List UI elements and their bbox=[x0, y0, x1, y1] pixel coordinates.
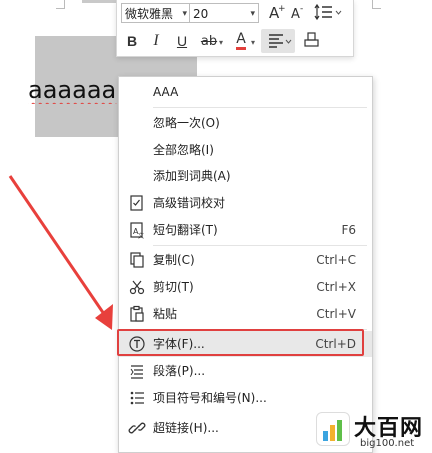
menu-divider bbox=[153, 107, 367, 108]
font-name-select[interactable]: 微软雅黑 ▾ bbox=[121, 3, 191, 23]
bold-button[interactable]: B bbox=[123, 30, 141, 52]
menu-item-translate[interactable]: A文 短句翻译(T) F6 bbox=[119, 217, 372, 243]
menu-item-shortcut: F6 bbox=[341, 223, 356, 237]
menu-item-ignore-all[interactable]: 全部忽略(I) bbox=[119, 137, 372, 163]
menu-item-cut[interactable]: 剪切(T) Ctrl+X bbox=[119, 274, 372, 300]
menu-item-ignore-once[interactable]: 忽略一次(O) bbox=[119, 110, 372, 136]
bullet-list-icon bbox=[128, 389, 146, 407]
menu-item-label: 项目符号和编号(N)... bbox=[153, 391, 267, 405]
menu-item-advanced-proofread[interactable]: 高级错词校对 bbox=[119, 190, 372, 216]
menu-item-label: 全部忽略(I) bbox=[153, 143, 214, 157]
chevron-down-icon[interactable]: ▾ bbox=[251, 38, 255, 47]
menu-item-label: 高级错词校对 bbox=[153, 196, 226, 210]
highlight-label: ab bbox=[200, 34, 218, 49]
shrink-font-icon[interactable]: A- bbox=[289, 2, 307, 24]
menu-item-label: 复制(C) bbox=[153, 253, 195, 267]
menu-item-bullets-numbering[interactable]: 项目符号和编号(N)... bbox=[119, 385, 372, 411]
font-color-button[interactable]: A bbox=[233, 28, 249, 50]
font-name-value: 微软雅黑 bbox=[125, 7, 174, 21]
link-icon bbox=[128, 419, 146, 437]
grow-font-icon[interactable]: A + bbox=[267, 2, 286, 24]
chevron-down-icon[interactable]: ▾ bbox=[219, 38, 223, 47]
menu-item-paragraph[interactable]: 段落(P)... bbox=[119, 358, 372, 384]
menu-item-shortcut: Ctrl+X bbox=[316, 280, 356, 294]
menu-item-label: 段落(P)... bbox=[153, 364, 206, 378]
menu-item-copy[interactable]: 复制(C) Ctrl+C bbox=[119, 247, 372, 273]
watermark-url: big100.net bbox=[360, 438, 415, 449]
line-spacing-icon[interactable] bbox=[313, 2, 343, 24]
watermark-logo: 大百网 big100.net bbox=[312, 410, 432, 451]
align-left-icon[interactable] bbox=[265, 30, 295, 52]
scissors-icon bbox=[128, 278, 146, 296]
font-size-value: 20 bbox=[193, 7, 209, 21]
context-menu: AAA 忽略一次(O) 全部忽略(I) 添加到词典(A) 高级错词校对 A文 短… bbox=[118, 76, 373, 453]
menu-item-label: 粘贴 bbox=[153, 307, 178, 321]
page-corner-mark bbox=[372, 0, 381, 9]
font-item-highlight-box bbox=[117, 329, 364, 356]
menu-item-label: 添加到词典(A) bbox=[153, 169, 231, 183]
menu-divider bbox=[153, 245, 367, 246]
paste-icon bbox=[128, 305, 146, 323]
proofread-icon bbox=[128, 194, 146, 212]
highlight-button[interactable]: ab bbox=[197, 30, 221, 52]
font-color-label: A bbox=[236, 31, 246, 50]
chevron-down-icon: ▾ bbox=[182, 9, 187, 19]
menu-item-shortcut: Ctrl+V bbox=[316, 307, 356, 321]
translate-icon: A文 bbox=[128, 221, 146, 240]
menu-item-suggestion[interactable]: AAA bbox=[119, 79, 372, 105]
menu-item-label: 短句翻译(T) bbox=[153, 223, 218, 237]
svg-text:-: - bbox=[300, 4, 303, 14]
copy-icon bbox=[128, 251, 146, 269]
menu-item-shortcut: Ctrl+C bbox=[316, 253, 356, 267]
document-text[interactable]: aaaaaa bbox=[28, 76, 120, 104]
format-painter-icon[interactable] bbox=[301, 30, 323, 52]
menu-item-label: 忽略一次(O) bbox=[153, 116, 220, 130]
menu-item-label: 剪切(T) bbox=[153, 280, 194, 294]
svg-text:文: 文 bbox=[138, 232, 144, 239]
floating-format-toolbar: 微软雅黑 ▾ 20 ▾ A + A- B I U ab ▾ A ▾ bbox=[116, 0, 354, 57]
menu-item-label: AAA bbox=[153, 85, 179, 99]
menu-item-paste[interactable]: 粘贴 Ctrl+V bbox=[119, 301, 372, 327]
paragraph-icon bbox=[128, 362, 146, 380]
menu-item-add-to-dictionary[interactable]: 添加到词典(A) bbox=[119, 163, 372, 189]
page-corner-mark bbox=[56, 0, 65, 9]
chevron-down-icon: ▾ bbox=[250, 9, 255, 19]
site-logo-icon bbox=[316, 412, 350, 446]
font-size-select[interactable]: 20 ▾ bbox=[189, 3, 259, 23]
italic-button[interactable]: I bbox=[147, 30, 165, 52]
svg-text:A: A bbox=[291, 7, 300, 22]
svg-text:+: + bbox=[278, 4, 285, 14]
menu-item-label: 超链接(H)... bbox=[153, 421, 219, 435]
underline-button[interactable]: U bbox=[173, 30, 191, 52]
